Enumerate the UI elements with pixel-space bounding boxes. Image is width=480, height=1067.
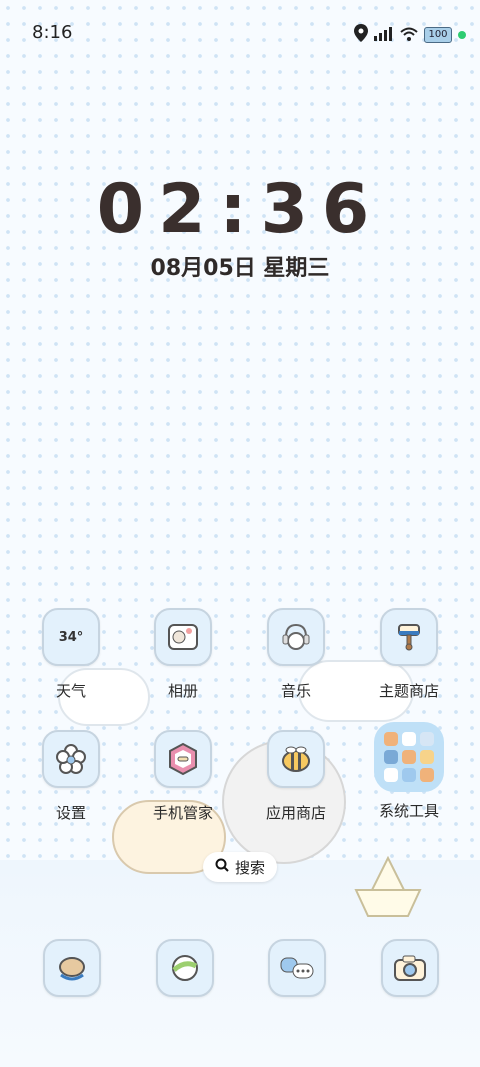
signal-icon: [374, 26, 394, 45]
app-weather[interactable]: 34° 天气: [23, 608, 119, 701]
dock-browser[interactable]: [156, 939, 214, 997]
app-app-store[interactable]: 应用商店: [248, 730, 344, 823]
search-button[interactable]: 搜索: [203, 852, 277, 882]
folder-app-icon: [384, 768, 398, 782]
app-label: 设置: [55, 804, 86, 822]
folder-app-icon: [402, 768, 416, 782]
app-system-tools-folder[interactable]: 系统工具: [361, 722, 457, 821]
weather-icon[interactable]: 34°: [42, 608, 100, 666]
gallery-icon[interactable]: [154, 608, 212, 666]
messages-icon[interactable]: [268, 939, 326, 997]
dock-camera[interactable]: [381, 939, 439, 997]
phone-manager-icon[interactable]: [154, 730, 212, 788]
dock-phone[interactable]: [43, 939, 101, 997]
app-label: 手机管家: [152, 804, 213, 822]
search-label: 搜索: [234, 858, 265, 877]
camera-icon[interactable]: [381, 939, 439, 997]
location-icon: [354, 24, 368, 46]
app-label: 系统工具: [378, 802, 439, 820]
app-settings[interactable]: 设置: [23, 730, 119, 823]
status-bar: 8:16 100: [0, 0, 480, 68]
status-icons: 100: [354, 24, 466, 46]
folder-app-icon: [384, 750, 398, 764]
clock-date[interactable]: 08月05日 星期三: [0, 250, 480, 282]
app-label: 天气: [55, 682, 86, 700]
folder-app-icon: [420, 732, 434, 746]
settings-icon[interactable]: [42, 730, 100, 788]
app-label: 相册: [167, 682, 198, 700]
app-label: 主题商店: [378, 682, 439, 700]
phone-icon[interactable]: [43, 939, 101, 997]
app-label: 音乐: [280, 682, 311, 700]
app-gallery[interactable]: 相册: [135, 608, 231, 701]
wifi-icon: [400, 26, 418, 45]
folder-app-icon: [402, 732, 416, 746]
app-music[interactable]: 音乐: [248, 608, 344, 701]
music-icon[interactable]: [267, 608, 325, 666]
app-label: 应用商店: [265, 804, 326, 822]
system-tools-folder[interactable]: [374, 722, 444, 792]
paper-boat-icon: [346, 855, 430, 924]
app-store-icon[interactable]: [267, 730, 325, 788]
search-icon: [215, 858, 229, 876]
status-time: 8:16: [32, 22, 73, 43]
battery-icon: 100: [424, 27, 452, 43]
app-phone-manager[interactable]: 手机管家: [135, 730, 231, 823]
folder-app-icon: [384, 732, 398, 746]
weather-temp: 34°: [58, 629, 84, 645]
folder-app-icon: [402, 750, 416, 764]
theme-store-icon[interactable]: [380, 608, 438, 666]
privacy-dot: [458, 31, 466, 39]
dock-messages[interactable]: [268, 939, 326, 997]
clock-time[interactable]: 02:36: [0, 170, 480, 249]
app-theme-store[interactable]: 主题商店: [361, 608, 457, 701]
browser-icon[interactable]: [156, 939, 214, 997]
folder-app-icon: [420, 768, 434, 782]
folder-app-icon: [420, 750, 434, 764]
